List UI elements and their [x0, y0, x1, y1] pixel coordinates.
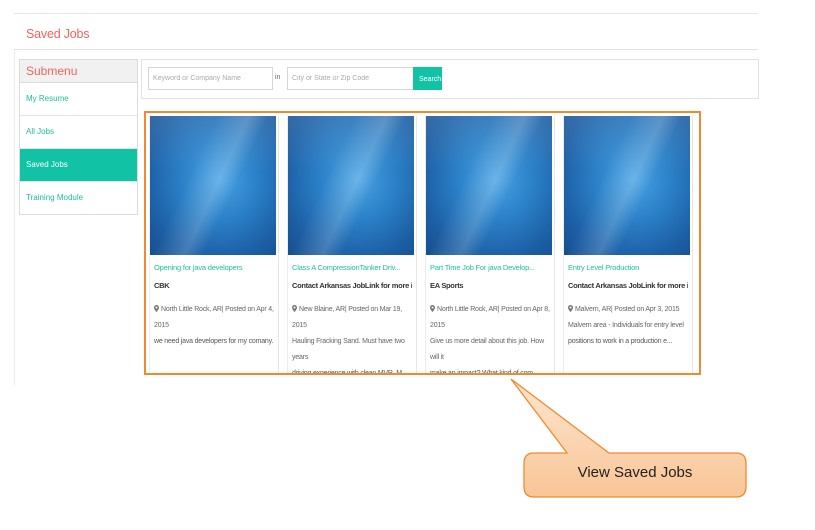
- job-meta-line: Hauling Fracking Sand. Must have two yea…: [292, 338, 405, 361]
- submenu-heading: Submenu: [20, 60, 137, 83]
- location-pin-icon: [154, 305, 159, 312]
- location-pin-icon: [568, 305, 573, 312]
- content-left-border: [14, 50, 15, 385]
- job-location-date: Malvern, AR| Posted on Apr 3, 2015: [575, 306, 680, 313]
- job-title-link[interactable]: Entry Level Production: [568, 263, 688, 272]
- job-title-link[interactable]: Class A CompressionTanker Driv...: [292, 263, 412, 272]
- job-meta-line: Malvern area - Individuals for entry lev…: [568, 322, 684, 329]
- search-button[interactable]: Search: [413, 67, 442, 90]
- sidebar-item-training-module[interactable]: Training Module: [20, 182, 137, 214]
- job-meta-line: Give us more detail about this job. How …: [430, 338, 544, 361]
- title-divider: [14, 49, 758, 50]
- job-company: CBK: [154, 281, 170, 290]
- page-title: Saved Jobs: [26, 27, 90, 41]
- job-card[interactable]: Part Time Job For java Develop... EA Spo…: [426, 116, 554, 375]
- keyword-input[interactable]: [148, 67, 273, 90]
- job-title-link[interactable]: Opening for java developers: [154, 263, 274, 272]
- in-label: in: [275, 74, 281, 81]
- sidebar-item-my-resume[interactable]: My Resume: [20, 83, 137, 116]
- job-description: driving experience with clean MVR. M...: [292, 370, 408, 375]
- job-company: Contact Arkansas JobLink for more inform…: [568, 281, 688, 290]
- job-image[interactable]: [564, 116, 690, 255]
- location-pin-icon: [292, 305, 297, 312]
- job-description: make an impact? What kind of com...: [430, 370, 539, 375]
- job-company: EA Sports: [430, 281, 464, 290]
- submenu-sidebar: Submenu My Resume All Jobs Saved Jobs Tr…: [19, 59, 138, 215]
- search-bar: in Search: [141, 59, 759, 99]
- callout-label: View Saved Jobs: [577, 464, 693, 481]
- job-location-date: North Little Rock, AR| Posted on Apr 4,: [161, 306, 274, 313]
- sidebar-item-saved-jobs[interactable]: Saved Jobs: [20, 149, 137, 182]
- job-image[interactable]: [288, 116, 414, 255]
- job-meta-line: 2015: [154, 322, 169, 329]
- job-card[interactable]: Entry Level Production Contact Arkansas …: [564, 116, 692, 373]
- top-divider: [14, 13, 758, 14]
- sidebar-item-all-jobs[interactable]: All Jobs: [20, 116, 137, 149]
- location-input[interactable]: [287, 67, 414, 90]
- job-meta: North Little Rock, AR| Posted on Apr 4, …: [154, 302, 274, 334]
- saved-jobs-panel: Opening for java developers CBK North Li…: [144, 111, 701, 375]
- job-card[interactable]: Opening for java developers CBK North Li…: [150, 116, 278, 373]
- job-location-date: New Blaine, AR| Posted on Mar 19, 2015: [292, 306, 402, 329]
- job-description: we need java developers for my comany.: [154, 338, 274, 345]
- job-meta: Malvern, AR| Posted on Apr 3, 2015 Malve…: [568, 302, 688, 334]
- job-company: Contact Arkansas JobLink for more inform…: [292, 281, 412, 290]
- job-meta: New Blaine, AR| Posted on Mar 19, 2015 H…: [292, 302, 412, 366]
- job-title-link[interactable]: Part Time Job For java Develop...: [430, 263, 550, 272]
- job-card[interactable]: Class A CompressionTanker Driv... Contac…: [288, 116, 416, 375]
- job-meta: North Little Rock, AR| Posted on Apr 8, …: [430, 302, 550, 366]
- job-location-date: North Little Rock, AR| Posted on Apr 8, …: [430, 306, 550, 329]
- job-description: positions to work in a production e...: [568, 338, 673, 345]
- job-image[interactable]: [150, 116, 276, 255]
- location-pin-icon: [430, 305, 435, 312]
- job-image[interactable]: [426, 116, 552, 255]
